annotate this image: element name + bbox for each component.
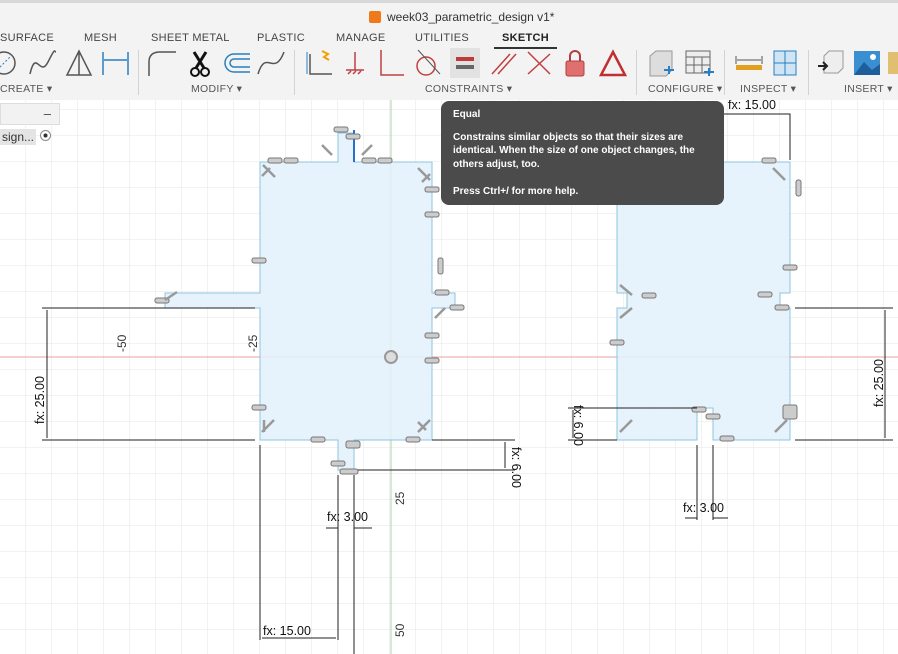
configure-table-icon[interactable]	[684, 48, 714, 78]
tab-sketch[interactable]: SKETCH	[494, 32, 558, 49]
svg-text:fx: 3.00: fx: 3.00	[683, 501, 724, 515]
tab-surface[interactable]: SURFACE	[0, 32, 54, 44]
lock-icon[interactable]	[560, 48, 590, 78]
tab-mesh[interactable]: MESH	[84, 32, 117, 44]
tangent-icon[interactable]	[412, 48, 442, 78]
separator	[294, 50, 295, 95]
equal-constraint-icon[interactable]	[450, 48, 480, 78]
document-title: week03_parametric_design v1*	[369, 10, 554, 24]
parallel-icon[interactable]	[488, 48, 518, 78]
separator	[636, 50, 637, 95]
browser-item-label: sign...	[0, 129, 37, 145]
insert-derive-icon[interactable]	[816, 48, 846, 78]
tab-plastic[interactable]: PLASTIC	[257, 32, 305, 44]
spline-tool-icon[interactable]	[28, 48, 58, 78]
tab-manage[interactable]: MANAGE	[336, 32, 385, 44]
origin-point[interactable]	[384, 350, 398, 364]
browser-header: –	[0, 103, 60, 125]
svg-text:25: 25	[393, 491, 407, 505]
insert-menu[interactable]: INSERT ▾	[844, 83, 893, 95]
svg-text:-25: -25	[246, 334, 260, 352]
svg-text:fx: 3.00: fx: 3.00	[327, 510, 368, 524]
title-bar: week03_parametric_design v1*	[0, 0, 898, 30]
triangle-warning-icon[interactable]	[598, 48, 628, 78]
modify-menu[interactable]: MODIFY ▾	[191, 83, 242, 95]
equal-tooltip: Equal Constrains similar objects so that…	[441, 101, 724, 205]
fillet-icon[interactable]	[146, 48, 176, 78]
separator	[138, 50, 139, 95]
configure-menu[interactable]: CONFIGURE ▾	[648, 83, 723, 95]
insert-more-icon[interactable]	[886, 48, 898, 78]
trim-scissors-icon[interactable]	[186, 48, 216, 78]
svg-text:fx: 6.00: fx: 6.00	[571, 405, 585, 446]
svg-text:fx: 15.00: fx: 15.00	[728, 98, 776, 112]
separator	[808, 50, 809, 95]
svg-text:fx: 6.00: fx: 6.00	[509, 447, 523, 488]
offset-icon[interactable]	[220, 48, 250, 78]
triangle-tool-icon[interactable]	[64, 48, 94, 78]
collinear-icon[interactable]	[524, 48, 554, 78]
inspect-menu[interactable]: INSPECT ▾	[740, 83, 796, 95]
create-menu[interactable]: CREATE ▾	[0, 83, 52, 95]
configure-cube-icon[interactable]	[646, 48, 676, 78]
tooltip-title: Equal	[453, 109, 481, 120]
insert-image-icon[interactable]	[852, 48, 882, 78]
measure-icon[interactable]	[734, 48, 764, 78]
svg-text:50: 50	[393, 623, 407, 637]
interference-icon[interactable]	[770, 48, 800, 78]
browser-item[interactable]: sign...	[0, 125, 60, 147]
tooltip-body: Constrains similar objects so that their…	[453, 131, 695, 170]
separator	[724, 50, 725, 95]
document-title-text: week03_parametric_design v1*	[387, 10, 555, 24]
tooltip-help: Press Ctrl+/ for more help.	[453, 186, 579, 197]
svg-text:fx: 25.00: fx: 25.00	[872, 359, 886, 407]
perpendicular-icon[interactable]	[376, 48, 406, 78]
svg-text:fx: 15.00: fx: 15.00	[263, 624, 311, 638]
collapse-button[interactable]: –	[44, 106, 51, 121]
ribbon-toolbar: SURFACE MESH SHEET METAL PLASTIC MANAGE …	[0, 30, 898, 100]
tab-sheet-metal[interactable]: SHEET METAL	[151, 32, 230, 44]
circle-tool-icon[interactable]	[0, 48, 22, 78]
radio-icon[interactable]	[40, 130, 51, 141]
tab-utilities[interactable]: UTILITIES	[415, 32, 469, 44]
svg-text:fx: 25.00: fx: 25.00	[33, 376, 47, 424]
dimension-tool-icon[interactable]	[100, 48, 130, 78]
auto-constrain-icon[interactable]	[304, 48, 334, 78]
fix-icon[interactable]	[340, 48, 370, 78]
constraints-menu[interactable]: CONSTRAINTS ▾	[425, 83, 512, 95]
svg-text:-50: -50	[115, 334, 129, 352]
curve-icon[interactable]	[256, 48, 286, 78]
document-cube-icon	[369, 11, 381, 23]
browser-panel: – sign...	[0, 103, 60, 147]
